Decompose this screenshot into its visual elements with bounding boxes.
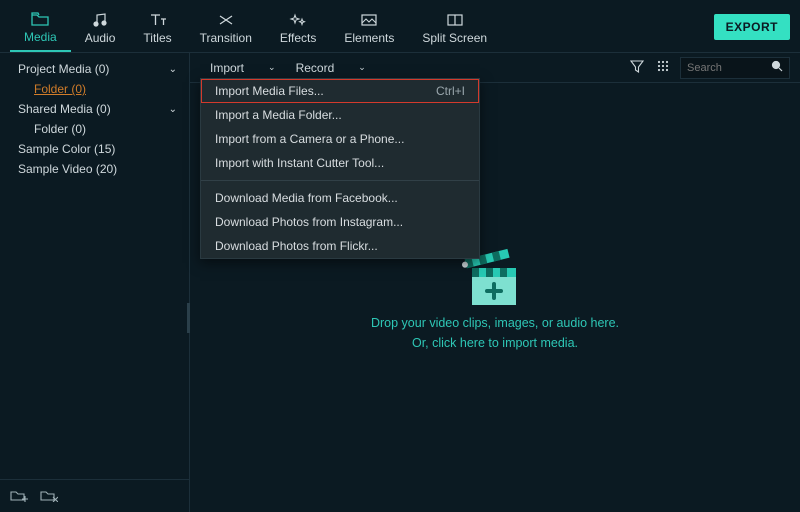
tree-item-label: Shared Media (0) bbox=[18, 102, 165, 116]
tab-titles[interactable]: Titles bbox=[129, 7, 185, 51]
tree-item-label: Sample Color (15) bbox=[18, 142, 181, 156]
search-input[interactable] bbox=[687, 62, 771, 74]
tab-label: Audio bbox=[85, 31, 116, 45]
import-label: Import bbox=[210, 61, 244, 75]
drop-text-line2: Or, click here to import media. bbox=[412, 336, 578, 350]
tree-item-shared-media[interactable]: Shared Media (0) ⌄ bbox=[0, 99, 189, 119]
sparkle-icon bbox=[289, 11, 307, 29]
tab-media[interactable]: Media bbox=[10, 6, 71, 52]
tree-item-label: Sample Video (20) bbox=[18, 162, 181, 176]
chevron-down-icon[interactable]: ⌄ bbox=[165, 104, 181, 115]
tree-item-project-media[interactable]: Project Media (0) ⌄ bbox=[0, 59, 189, 79]
drop-text-line1: Drop your video clips, images, or audio … bbox=[371, 316, 619, 330]
tab-label: Media bbox=[24, 30, 57, 44]
tree-item-sample-video[interactable]: Sample Video (20) bbox=[0, 159, 189, 179]
tab-label: Split Screen bbox=[422, 31, 487, 45]
folder-icon bbox=[31, 10, 49, 28]
app: Media Audio Titles Transition Effects bbox=[0, 0, 800, 512]
menu-item-label: Download Media from Facebook... bbox=[215, 191, 465, 205]
tab-elements[interactable]: Elements bbox=[330, 7, 408, 51]
menu-item-shortcut: Ctrl+I bbox=[436, 84, 465, 98]
add-folder-icon[interactable] bbox=[10, 488, 28, 504]
filter-icon[interactable] bbox=[624, 59, 650, 76]
record-label: Record bbox=[296, 61, 335, 75]
sidebar-bottom-tools bbox=[0, 479, 189, 512]
tree-item-label: Project Media (0) bbox=[18, 62, 165, 76]
menu-item-label: Import from a Camera or a Phone... bbox=[215, 132, 465, 146]
grid-view-icon[interactable]: circle{fill:#cfd8dc} bbox=[650, 59, 676, 76]
tab-transition[interactable]: Transition bbox=[186, 7, 266, 51]
chevron-down-icon[interactable]: ⌄ bbox=[165, 64, 181, 75]
tab-label: Titles bbox=[143, 31, 171, 45]
menu-item-label: Download Photos from Flickr... bbox=[215, 239, 465, 253]
menu-item-import-media-files[interactable]: Import Media Files... Ctrl+I bbox=[201, 79, 479, 103]
menu-item-label: Import with Instant Cutter Tool... bbox=[215, 156, 465, 170]
import-dropdown[interactable]: Import ⌄ bbox=[200, 61, 286, 75]
music-note-icon bbox=[91, 11, 109, 29]
tab-label: Transition bbox=[200, 31, 252, 45]
export-button[interactable]: EXPORT bbox=[714, 14, 790, 40]
menu-separator bbox=[201, 180, 479, 181]
tree-item-folder[interactable]: Folder (0) bbox=[0, 79, 189, 99]
tab-label: Elements bbox=[344, 31, 394, 45]
import-menu: Import Media Files... Ctrl+I Import a Me… bbox=[200, 78, 480, 259]
tab-effects[interactable]: Effects bbox=[266, 7, 330, 51]
menu-item-label: Import a Media Folder... bbox=[215, 108, 465, 122]
menu-item-label: Download Photos from Instagram... bbox=[215, 215, 465, 229]
tree-item-label: Folder (0) bbox=[34, 122, 181, 136]
image-icon bbox=[360, 11, 378, 29]
menu-item-import-camera-phone[interactable]: Import from a Camera or a Phone... bbox=[201, 127, 479, 151]
menu-item-import-media-folder[interactable]: Import a Media Folder... bbox=[201, 103, 479, 127]
delete-folder-icon[interactable] bbox=[40, 488, 58, 504]
search-icon[interactable] bbox=[771, 60, 783, 75]
sidebar: Project Media (0) ⌄ Folder (0) Shared Me… bbox=[0, 53, 190, 512]
tree-item-label: Folder (0) bbox=[34, 82, 181, 96]
tab-split-screen[interactable]: Split Screen bbox=[408, 7, 501, 51]
top-tab-bar: Media Audio Titles Transition Effects bbox=[0, 0, 800, 53]
menu-item-download-instagram[interactable]: Download Photos from Instagram... bbox=[201, 210, 479, 234]
menu-item-import-instant-cutter[interactable]: Import with Instant Cutter Tool... bbox=[201, 151, 479, 175]
menu-item-download-flickr[interactable]: Download Photos from Flickr... bbox=[201, 234, 479, 258]
chevron-down-icon: ⌄ bbox=[268, 62, 276, 73]
menu-item-label: Import Media Files... bbox=[215, 84, 436, 98]
split-screen-icon bbox=[446, 11, 464, 29]
media-tree: Project Media (0) ⌄ Folder (0) Shared Me… bbox=[0, 53, 189, 479]
menu-item-download-facebook[interactable]: Download Media from Facebook... bbox=[201, 186, 479, 210]
record-dropdown[interactable]: Record ⌄ bbox=[286, 61, 376, 75]
tab-audio[interactable]: Audio bbox=[71, 7, 130, 51]
tree-item-sample-color[interactable]: Sample Color (15) bbox=[0, 139, 189, 159]
text-icon bbox=[149, 11, 167, 29]
transition-icon bbox=[217, 11, 235, 29]
tree-item-folder[interactable]: Folder (0) bbox=[0, 119, 189, 139]
chevron-down-icon: ⌄ bbox=[358, 62, 366, 73]
search-box[interactable] bbox=[680, 57, 790, 79]
tab-label: Effects bbox=[280, 31, 316, 45]
panel-resize-grip[interactable] bbox=[187, 303, 190, 333]
